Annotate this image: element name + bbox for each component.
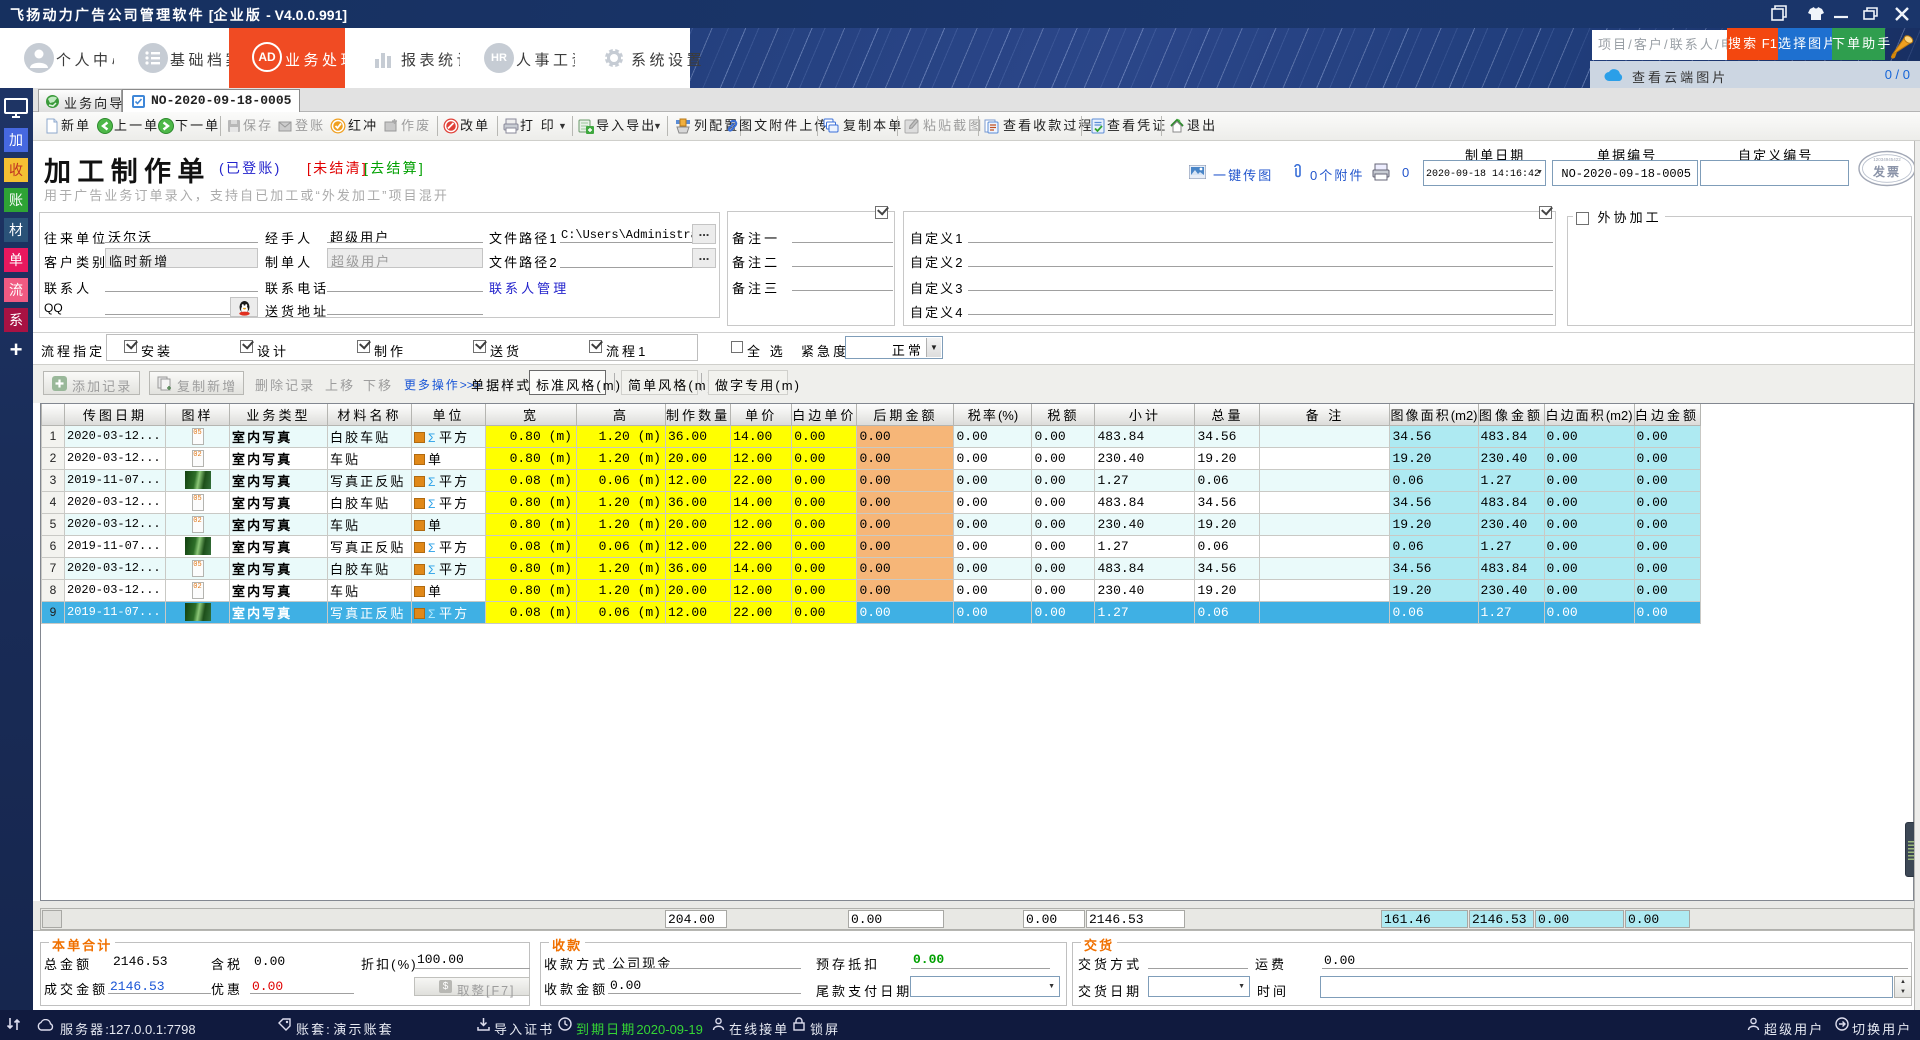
- svg-text:发票: 发票: [1872, 164, 1901, 179]
- svg-text:12034945422: 12034945422: [1873, 157, 1901, 162]
